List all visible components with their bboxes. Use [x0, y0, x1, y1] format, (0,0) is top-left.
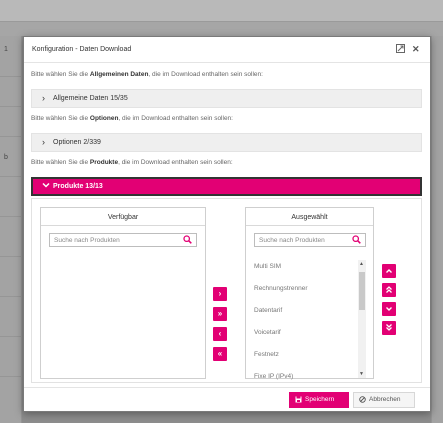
cancel-button[interactable]: Abbrechen	[353, 392, 415, 408]
background-divider	[0, 256, 22, 257]
save-icon	[295, 392, 302, 410]
scroll-down-arrow-icon[interactable]: ▼	[359, 371, 364, 377]
move-bottom-button[interactable]	[382, 321, 396, 335]
move-all-right-button[interactable]: »	[213, 307, 227, 321]
background-subheader-band	[0, 22, 443, 36]
search-icon[interactable]	[183, 235, 192, 246]
background-divider	[0, 136, 22, 137]
section-label: Allgemeine Daten 15/35	[53, 95, 128, 102]
background-divider	[0, 336, 22, 337]
background-divider	[0, 296, 22, 297]
available-search-box	[49, 233, 197, 247]
move-right-button[interactable]: ›	[213, 287, 227, 301]
background-divider	[0, 376, 22, 377]
dialog-header: Konfiguration - Daten Download ✕	[24, 37, 430, 63]
close-icon[interactable]: ✕	[412, 44, 420, 55]
move-top-button[interactable]	[382, 283, 396, 297]
section-products[interactable]: Produkte 13/13	[31, 177, 422, 196]
download-config-dialog: Konfiguration - Daten Download ✕ Bitte w…	[23, 36, 431, 412]
list-item[interactable]: Multi SIM	[254, 263, 281, 270]
section-info-general: Bitte wählen Sie die Allgemeinen Daten, …	[31, 71, 263, 78]
cancel-icon	[359, 393, 366, 409]
move-up-button[interactable]	[382, 264, 396, 278]
move-down-button[interactable]	[382, 302, 396, 316]
background-left-column: 1 b	[0, 36, 22, 423]
section-options[interactable]: › Optionen 2/339	[31, 133, 422, 152]
background-divider	[0, 216, 22, 217]
section-general-data[interactable]: › Allgemeine Daten 15/35	[31, 89, 422, 108]
background-divider	[0, 176, 22, 177]
selected-search-box	[254, 233, 366, 247]
available-list-panel: Verfügbar	[40, 207, 206, 379]
move-left-button[interactable]: ‹	[213, 327, 227, 341]
list-item[interactable]: Rechnungstrenner	[254, 285, 307, 292]
cancel-label: Abbrechen	[369, 396, 401, 403]
background-right-column	[431, 36, 443, 423]
chevron-right-icon: ›	[42, 137, 45, 147]
section-label: Produkte 13/13	[53, 183, 103, 190]
dialog-footer: Speichern Abbrechen	[24, 387, 430, 411]
section-label: Optionen 2/339	[53, 139, 101, 146]
dialog-title: Konfiguration - Daten Download	[32, 46, 132, 53]
available-search-input[interactable]	[50, 234, 196, 246]
scroll-thumb[interactable]	[359, 272, 365, 310]
selected-search-input[interactable]	[255, 234, 365, 246]
list-item[interactable]: Festnetz	[254, 351, 279, 358]
expand-icon[interactable]	[396, 44, 405, 55]
search-icon[interactable]	[352, 235, 361, 246]
list-item[interactable]: Voicetarif	[254, 329, 281, 336]
save-button[interactable]: Speichern	[289, 392, 349, 408]
background-divider	[0, 76, 22, 77]
background-divider	[0, 106, 22, 107]
background-left-mark: b	[4, 154, 8, 161]
available-list-title: Verfügbar	[41, 208, 205, 226]
section-info-options: Bitte wählen Sie die Optionen, die im Do…	[31, 115, 233, 122]
chevron-right-icon: ›	[42, 93, 45, 103]
scroll-up-arrow-icon[interactable]: ▲	[359, 261, 364, 267]
move-all-left-button[interactable]: «	[213, 347, 227, 361]
background-header-band	[0, 0, 443, 22]
list-item[interactable]: Fixe IP (IPv4)	[254, 373, 293, 380]
selected-list-title: Ausgewählt	[246, 208, 373, 226]
section-info-products: Bitte wählen Sie die Produkte, die im Do…	[31, 159, 233, 166]
products-picklist: Verfügbar › » ‹ « Ausgewählt Multi SIM R	[31, 198, 422, 383]
chevron-down-icon	[42, 181, 50, 191]
list-item[interactable]: Datentarif	[254, 307, 282, 314]
background-left-mark: 1	[4, 46, 8, 53]
selected-list-scrollbar[interactable]: ▲ ▼	[358, 260, 366, 378]
selected-list-panel: Ausgewählt Multi SIM Rechnungstrenner Da…	[245, 207, 374, 380]
save-label: Speichern	[305, 396, 335, 403]
